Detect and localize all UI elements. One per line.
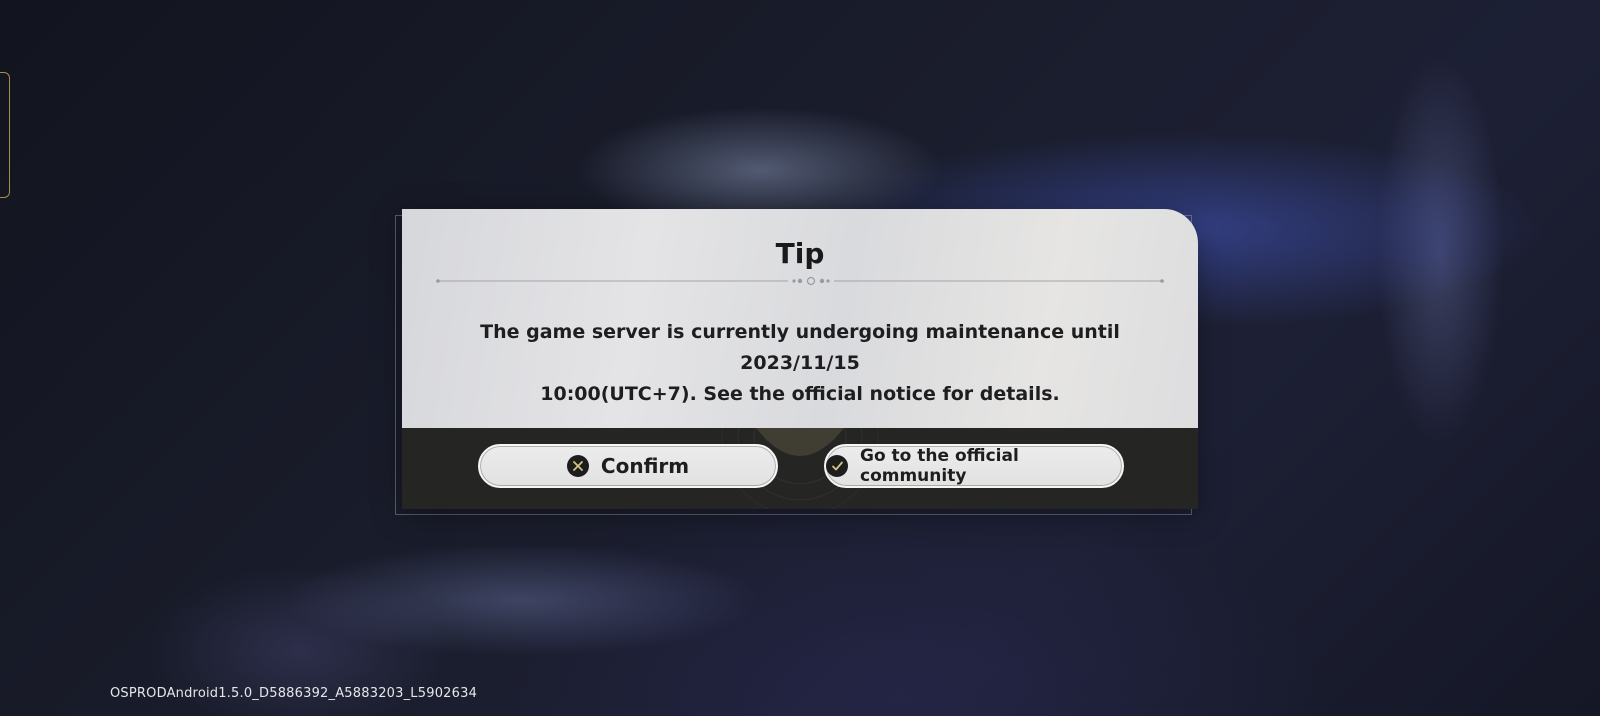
official-community-button[interactable]: Go to the official community: [824, 444, 1124, 488]
dialog-message-line-1: The game server is currently undergoing …: [480, 321, 1120, 374]
game-screen: Tip The game server is currently undergo…: [0, 0, 1600, 716]
build-version-text: OSPRODAndroid1.5.0_D5886392_A5883203_L59…: [110, 686, 478, 701]
close-circle-icon: [566, 455, 589, 477]
title-divider: [436, 276, 1164, 286]
dialog-message: The game server is currently undergoing …: [442, 317, 1158, 410]
check-circle-icon: [826, 455, 848, 477]
dialog-message-line-2: 10:00(UTC+7). See the official notice fo…: [540, 383, 1060, 405]
side-panel-tab[interactable]: [0, 72, 10, 198]
official-community-button-label: Go to the official community: [860, 446, 1019, 486]
dialog-body: Tip The game server is currently undergo…: [402, 209, 1198, 428]
dialog-title: Tip: [775, 237, 825, 270]
confirm-button[interactable]: Confirm: [478, 444, 778, 488]
confirm-button-label: Confirm: [600, 454, 690, 478]
tip-dialog: Tip The game server is currently undergo…: [402, 209, 1198, 509]
